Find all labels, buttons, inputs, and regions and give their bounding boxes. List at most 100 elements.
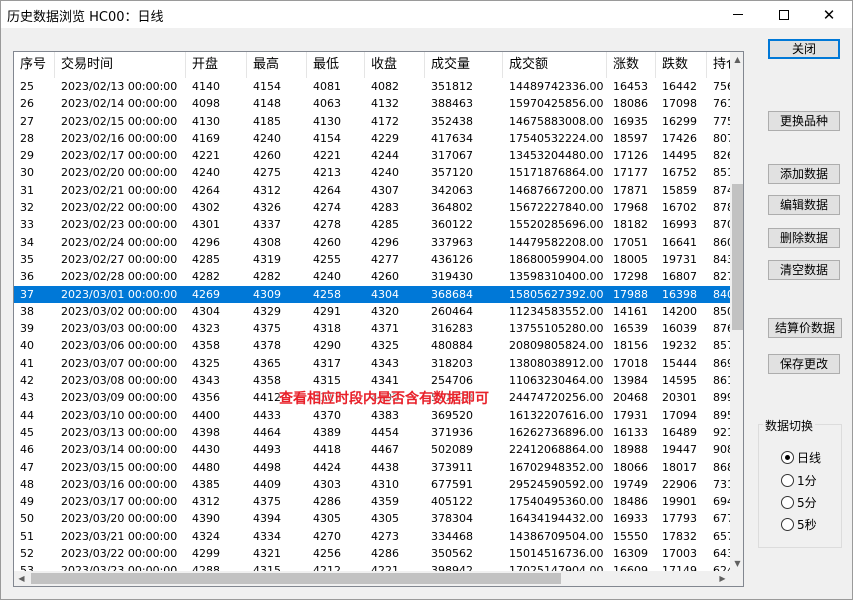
table-cell: 4260 [313,235,341,249]
table-row[interactable]: 42 2023/03/08 00:00:00 4343 4358 4315 4341 254… [14,372,734,389]
column-header[interactable]: 收盘 [365,52,425,78]
table-cell: 4358 [192,339,220,353]
maximize-button[interactable] [761,1,807,28]
table-cell: 4285 [371,218,399,232]
table-cell: 4334 [253,529,281,543]
settlement-data-button[interactable]: 结算价数据 [768,318,842,338]
table-row[interactable]: 32 2023/02/22 00:00:00 4302 4326 4274 4283 364… [14,199,734,216]
table-row[interactable]: 30 2023/02/20 00:00:00 4240 4275 4213 4240 357… [14,164,734,181]
edit-data-button[interactable]: 编辑数据 [768,195,840,215]
add-data-button[interactable]: 添加数据 [768,164,840,184]
table-cell: 40 [20,339,34,353]
table-row[interactable]: 25 2023/02/13 00:00:00 4140 4154 4081 4082 351… [14,78,734,95]
table-cell: 2023/02/21 00:00:00 [61,183,178,197]
table-cell: 480884 [431,339,473,353]
table-cell: 16702 [662,201,697,215]
table-cell: 4329 [253,304,281,318]
table-row[interactable]: 34 2023/02/24 00:00:00 4296 4308 4260 4296 337… [14,234,734,251]
change-symbol-button[interactable]: 更换品种 [768,111,840,131]
table-row[interactable]: 44 2023/03/10 00:00:00 4400 4433 4370 4383 369… [14,407,734,424]
table-row[interactable]: 28 2023/02/16 00:00:00 4169 4240 4154 4229 417… [14,130,734,147]
column-header[interactable]: 最高 [247,52,307,78]
horizontal-scroll-thumb[interactable] [31,573,561,584]
table-row[interactable]: 26 2023/02/14 00:00:00 4098 4148 4063 4132 388… [14,95,734,112]
table-row[interactable]: 27 2023/02/15 00:00:00 4130 4185 4130 4172 352… [14,113,734,130]
delete-data-button[interactable]: 删除数据 [768,228,840,248]
radio-icon[interactable] [781,495,794,509]
table-cell: 18005 [613,252,648,266]
period-radio[interactable]: 1分 [781,472,817,488]
close-icon: ✕ [822,5,836,24]
table-cell: 4315 [313,374,341,388]
scroll-down-icon[interactable]: ▼ [730,556,743,571]
vertical-scrollbar[interactable]: ▲ ▼ [730,52,743,571]
table-row[interactable]: 33 2023/02/23 00:00:00 4301 4337 4278 4285 360… [14,216,734,233]
save-changes-button[interactable]: 保存更改 [768,354,840,374]
table-cell: 4317 [313,356,341,370]
column-header[interactable]: 序号 [14,52,55,78]
table-row[interactable]: 39 2023/03/03 00:00:00 4323 4375 4318 4371 316… [14,320,734,337]
table-cell: 13984 [613,374,648,388]
period-group-title: 数据切换 [763,417,816,434]
column-header[interactable]: 成交额 [503,52,607,78]
table-cell: 4260 [253,149,281,163]
table-row[interactable]: 36 2023/02/28 00:00:00 4282 4282 4240 4260 319… [14,268,734,285]
table-cell: 4264 [192,183,220,197]
horizontal-scrollbar[interactable]: ◀ ▶ [14,571,730,586]
table-row[interactable]: 47 2023/03/15 00:00:00 4480 4498 4424 4438 373… [14,459,734,476]
table-cell: 15859 [662,183,697,197]
table-cell: 316283 [431,322,473,336]
table-row[interactable]: 52 2023/03/22 00:00:00 4299 4321 4256 4286 350… [14,545,734,562]
table-cell: 4169 [192,131,220,145]
period-radio[interactable]: 5秒 [781,516,817,532]
table-row[interactable]: 51 2023/03/21 00:00:00 4324 4334 4270 4273 334… [14,528,734,545]
column-header[interactable]: 开盘 [186,52,247,78]
table-cell: 4286 [313,495,341,509]
table-row[interactable]: 35 2023/02/27 00:00:00 4285 4319 4255 4277 436… [14,251,734,268]
table-cell: 4325 [192,356,220,370]
radio-label: 1分 [797,473,817,488]
table-cell: 17793 [662,512,697,526]
table-row[interactable]: 45 2023/03/13 00:00:00 4398 4464 4389 4454 371… [14,424,734,441]
table-row[interactable]: 37 2023/03/01 00:00:00 4269 4309 4258 4304 368… [14,285,734,303]
table-row[interactable]: 31 2023/02/21 00:00:00 4264 4312 4264 4307 342… [14,182,734,199]
scroll-right-icon[interactable]: ▶ [715,571,730,586]
table-row[interactable]: 48 2023/03/16 00:00:00 4385 4409 4303 4310 677… [14,476,734,493]
period-radio[interactable]: 5分 [781,494,817,510]
table-row[interactable]: 29 2023/02/17 00:00:00 4221 4260 4221 4244 317… [14,147,734,164]
table-cell: 4240 [253,131,281,145]
table-row[interactable]: 41 2023/03/07 00:00:00 4325 4365 4317 4343 318… [14,355,734,372]
column-header[interactable]: 交易时间 [55,52,186,78]
radio-icon[interactable] [781,517,794,531]
table-cell: 4433 [253,408,281,422]
vertical-scroll-thumb[interactable] [732,184,743,330]
minimize-button[interactable] [715,1,761,28]
radio-icon[interactable] [781,473,794,487]
table-row[interactable]: 46 2023/03/14 00:00:00 4430 4493 4418 4467 502… [14,441,734,458]
title-bar[interactable]: 历史数据浏览 HC00：日线 ✕ [1,1,852,28]
table-row[interactable]: 50 2023/03/20 00:00:00 4390 4394 4305 4305 378… [14,510,734,527]
table-row[interactable]: 38 2023/03/02 00:00:00 4304 4329 4291 4320 260… [14,303,734,320]
table-cell: 17051 [613,235,648,249]
radio-icon[interactable] [781,450,794,464]
table-cell: 16702948352.00 [509,460,604,474]
column-header[interactable]: 跌数 [656,52,707,78]
period-radio[interactable]: 日线 [781,449,821,465]
data-list[interactable]: 序号 交易时间 开盘 最高 最低 收盘 成交量 成交额 涨数 跌数 持仓 25 2023/02/13 … [13,51,744,587]
table-cell: 4213 [313,166,341,180]
table-cell: 4375 [253,495,281,509]
scroll-left-icon[interactable]: ◀ [14,571,29,586]
table-cell: 16993 [662,218,697,232]
table-cell: 4394 [253,512,281,526]
close-button[interactable]: 关闭 [768,39,840,59]
scroll-up-icon[interactable]: ▲ [730,52,743,67]
column-header[interactable]: 最低 [307,52,365,78]
table-cell: 13755105280.00 [509,322,604,336]
column-header[interactable]: 涨数 [607,52,656,78]
table-row[interactable]: 49 2023/03/17 00:00:00 4312 4375 4286 4359 405… [14,493,734,510]
table-cell: 4493 [253,443,281,457]
table-row[interactable]: 40 2023/03/06 00:00:00 4358 4378 4290 4325 480… [14,337,734,354]
clear-data-button[interactable]: 清空数据 [768,260,840,280]
close-window-button[interactable]: ✕ [806,1,852,28]
column-header[interactable]: 成交量 [425,52,503,78]
